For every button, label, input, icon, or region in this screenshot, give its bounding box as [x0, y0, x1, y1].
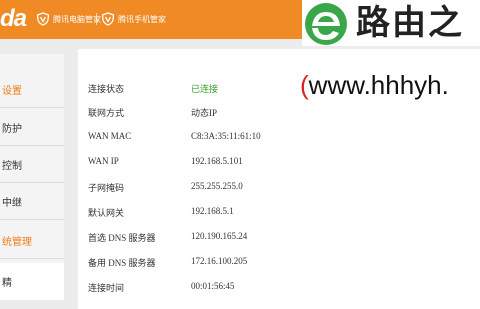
- watermark-url-paren: (: [300, 70, 309, 100]
- watermark-url: (www.hhhyh.: [300, 70, 449, 100]
- status-label: 子网掩码: [88, 183, 125, 193]
- sidebar-item-label: 设置: [2, 85, 22, 97]
- sidebar-item-label: 统管理: [2, 236, 32, 248]
- tencent-pc-guard-label: 腾讯电脑管家: [53, 14, 101, 24]
- status-value: 动态IP: [191, 108, 218, 118]
- status-value: 00:01:56:45: [191, 281, 235, 291]
- sidebar-item-label: 控制: [2, 160, 22, 172]
- watermark-url-text: www.hhhyh.: [308, 70, 449, 100]
- status-value: 255.255.255.0: [191, 181, 243, 191]
- status-value: 172.16.100.205: [191, 256, 248, 266]
- sidebar-item-label: 中继: [2, 197, 22, 209]
- sidebar-item-system-management[interactable]: 统管理: [0, 222, 64, 259]
- status-label: 默认网关: [88, 208, 125, 218]
- brand-logo: da: [0, 5, 27, 32]
- sidebar-item-label: 防护: [2, 123, 22, 135]
- sidebar-item-settings[interactable]: 设置: [0, 71, 64, 108]
- sidebar-item-label: 精: [2, 278, 12, 289]
- status-label: 连接状态: [88, 84, 125, 94]
- shield-v-icon: [101, 12, 115, 26]
- sidebar-item-bottom[interactable]: 精: [0, 263, 64, 300]
- status-value: 192.168.5.101: [191, 156, 243, 166]
- status-label: 联网方式: [88, 108, 125, 118]
- status-label: 备用 DNS 服务器: [88, 258, 156, 268]
- sidebar-item-control[interactable]: 控制: [0, 146, 64, 183]
- status-value: C8:3A:35:11:61:10: [191, 131, 261, 141]
- status-value: 192.168.5.1: [191, 206, 234, 216]
- status-value: 120.190.165.24: [191, 231, 248, 241]
- watermark-e-logo-icon: [305, 3, 347, 45]
- header-divider: [96, 13, 97, 25]
- status-label: WAN IP: [88, 156, 119, 166]
- tencent-pc-guard-link[interactable]: 腾讯电脑管家: [36, 11, 101, 27]
- shield-v-icon: [36, 12, 50, 26]
- status-label: 连接时间: [88, 283, 125, 293]
- tencent-phone-guard-label: 腾讯手机管家: [118, 14, 166, 24]
- status-label: WAN MAC: [88, 131, 132, 141]
- sidebar-item-repeater[interactable]: 中继: [0, 183, 64, 220]
- status-value: 已连接: [191, 84, 219, 94]
- tencent-phone-guard-link[interactable]: 腾讯手机管家: [101, 11, 166, 27]
- watermark-brand-text: 路由之: [356, 3, 464, 43]
- status-label: 首选 DNS 服务器: [88, 233, 156, 243]
- sidebar-item-protection[interactable]: 防护: [0, 109, 64, 146]
